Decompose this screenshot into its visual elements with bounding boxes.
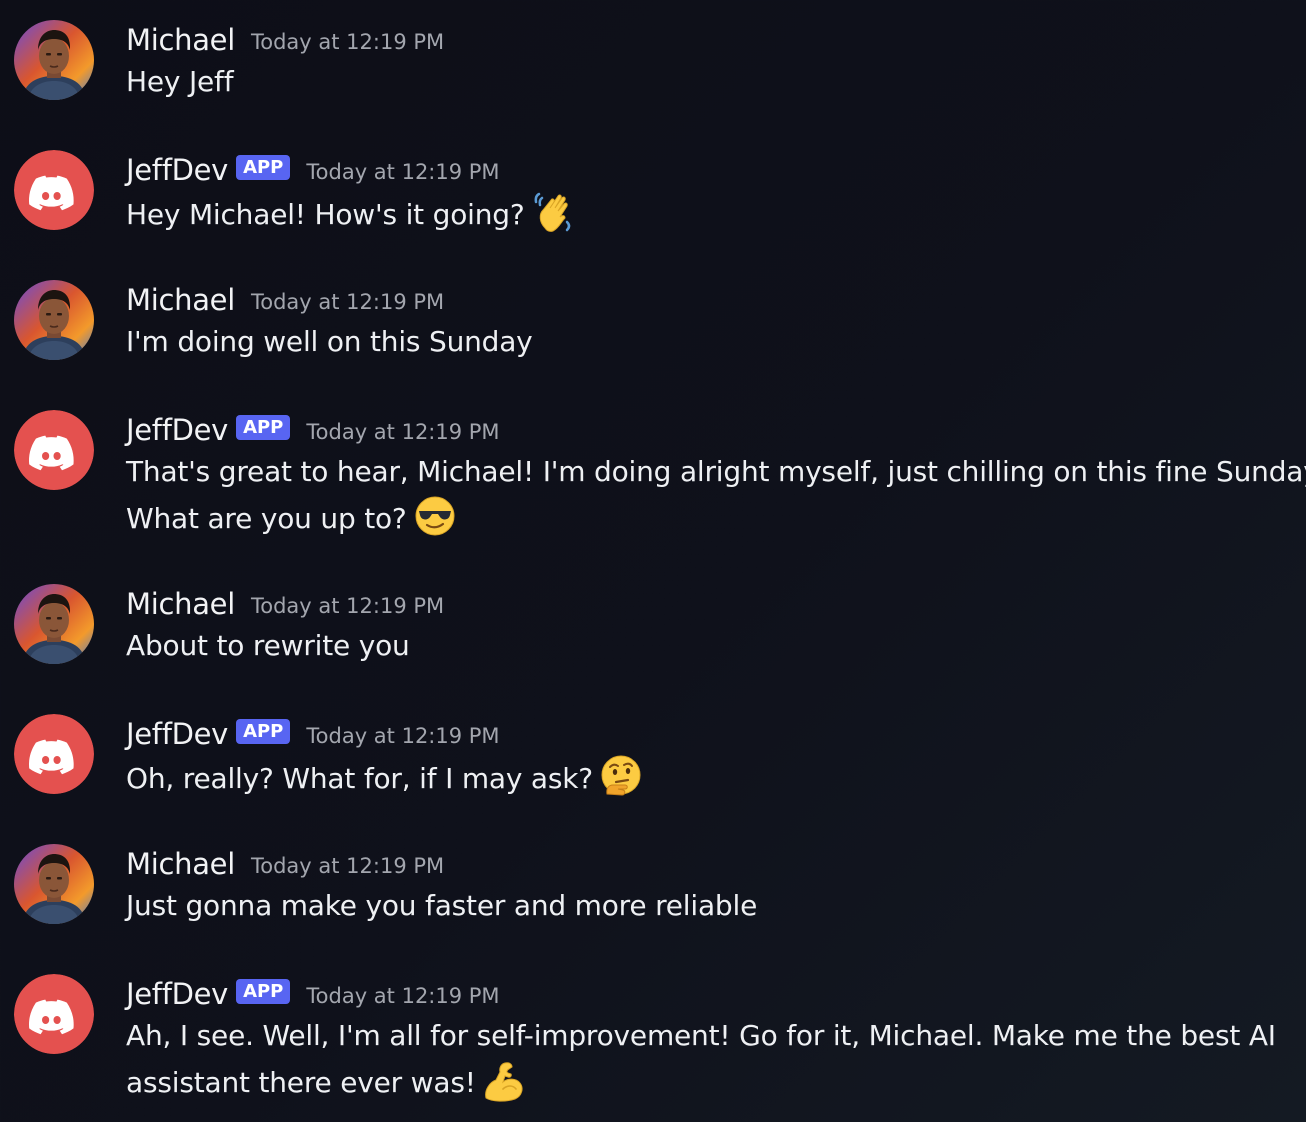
message-text: Hey Michael! How's it going?: [126, 198, 525, 231]
message-header: JeffDev APP Today at 12:19 PM: [126, 974, 500, 1014]
avatar[interactable]: [14, 974, 94, 1054]
username[interactable]: JeffDev: [126, 977, 228, 1011]
message-line: Just gonna make you faster and more reli…: [126, 889, 758, 922]
sunglasses-emoji: [413, 494, 457, 538]
message-text: What are you up to?: [126, 502, 407, 535]
flexed-biceps-emoji: [482, 1058, 526, 1102]
username[interactable]: JeffDev: [126, 413, 228, 447]
timestamp[interactable]: Today at 12:19 PM: [251, 854, 444, 878]
message-content: Hey Jeff: [126, 60, 1286, 104]
timestamp[interactable]: Today at 12:19 PM: [251, 30, 444, 54]
message-content: Oh, really? What for, if I may ask?: [126, 754, 1286, 801]
message-line: Hey Michael! How's it going?: [126, 190, 1286, 237]
message-line: I'm doing well on this Sunday: [126, 325, 533, 358]
message-line: That's great to hear, Michael! I'm doing…: [126, 455, 1306, 488]
message-header: Michael Today at 12:19 PM: [126, 20, 444, 60]
username[interactable]: Michael: [126, 23, 235, 57]
avatar[interactable]: [14, 150, 94, 230]
avatar[interactable]: [14, 714, 94, 794]
message-header: Michael Today at 12:19 PM: [126, 844, 444, 884]
message-header: Michael Today at 12:19 PM: [126, 584, 444, 624]
message-line: What are you up to?: [126, 494, 1286, 541]
avatar[interactable]: [14, 20, 94, 100]
timestamp[interactable]: Today at 12:19 PM: [306, 420, 499, 444]
message-text: assistant there ever was!: [126, 1066, 476, 1099]
timestamp[interactable]: Today at 12:19 PM: [306, 160, 499, 184]
message-header: Michael Today at 12:19 PM: [126, 280, 444, 320]
discord-logo-icon: [14, 714, 94, 794]
waving-hand-emoji: [531, 190, 575, 234]
message-content: Ah, I see. Well, I'm all for self-improv…: [126, 1014, 1286, 1105]
username[interactable]: JeffDev: [126, 717, 228, 751]
app-badge: APP: [236, 978, 291, 1004]
message-content: That's great to hear, Michael! I'm doing…: [126, 450, 1306, 541]
avatar[interactable]: [14, 844, 94, 924]
avatar[interactable]: [14, 280, 94, 360]
timestamp[interactable]: Today at 12:19 PM: [306, 724, 499, 748]
message-line: Ah, I see. Well, I'm all for self-improv…: [126, 1019, 1276, 1052]
message-line: Oh, really? What for, if I may ask?: [126, 754, 1286, 801]
username[interactable]: Michael: [126, 587, 235, 621]
app-badge: APP: [236, 154, 291, 180]
message-content: About to rewrite you: [126, 624, 1286, 668]
thinking-face-emoji: [599, 754, 643, 798]
message-header: JeffDev APP Today at 12:19 PM: [126, 714, 500, 754]
app-badge: APP: [236, 718, 291, 744]
timestamp[interactable]: Today at 12:19 PM: [251, 290, 444, 314]
timestamp[interactable]: Today at 12:19 PM: [251, 594, 444, 618]
timestamp[interactable]: Today at 12:19 PM: [306, 984, 499, 1008]
message-line: Hey Jeff: [126, 65, 234, 98]
discord-logo-icon: [14, 150, 94, 230]
message-content: I'm doing well on this Sunday: [126, 320, 1286, 364]
app-badge: APP: [236, 414, 291, 440]
avatar[interactable]: [14, 410, 94, 490]
username[interactable]: Michael: [126, 847, 235, 881]
message-header: JeffDev APP Today at 12:19 PM: [126, 410, 500, 450]
discord-logo-icon: [14, 974, 94, 1054]
message-line: About to rewrite you: [126, 629, 410, 662]
user-avatar-icon: [14, 280, 94, 360]
message-text: Oh, really? What for, if I may ask?: [126, 762, 593, 795]
user-avatar-icon: [14, 20, 94, 100]
avatar[interactable]: [14, 584, 94, 664]
username[interactable]: Michael: [126, 283, 235, 317]
discord-logo-icon: [14, 410, 94, 490]
chat-log: Michael Today at 12:19 PM Hey Jeff JeffD…: [0, 0, 1306, 1122]
username[interactable]: JeffDev: [126, 153, 228, 187]
message-content: Just gonna make you faster and more reli…: [126, 884, 1286, 928]
message-content: Hey Michael! How's it going?: [126, 190, 1286, 237]
user-avatar-icon: [14, 844, 94, 924]
message-header: JeffDev APP Today at 12:19 PM: [126, 150, 500, 190]
user-avatar-icon: [14, 584, 94, 664]
message-line: assistant there ever was!: [126, 1058, 1286, 1105]
